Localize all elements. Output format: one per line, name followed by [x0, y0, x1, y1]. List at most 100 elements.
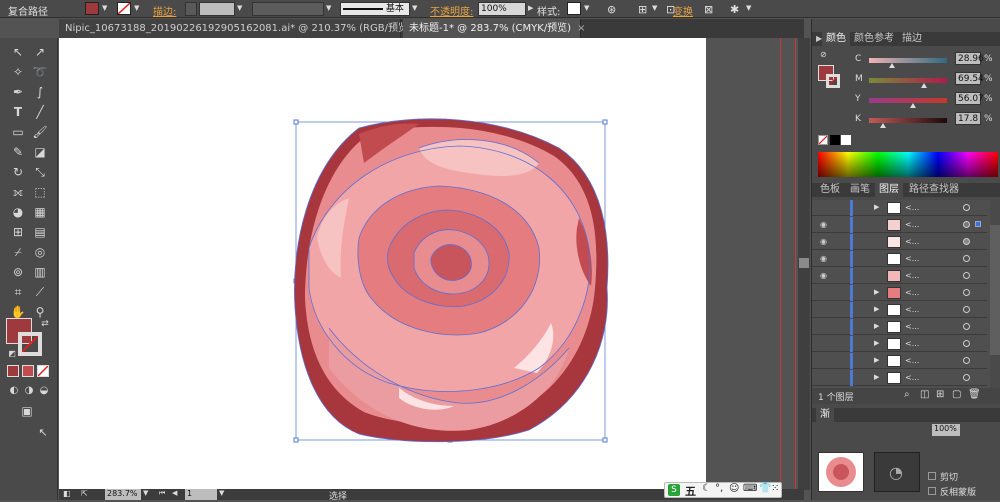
tab-nipic-document[interactable]: Nipic_10673188_20190226192905162081.ai* …	[59, 19, 426, 38]
trash-icon[interactable]: 🗑	[968, 389, 981, 400]
color-mode-icon[interactable]	[7, 365, 19, 377]
artboard-nav-icon[interactable]: ◧	[63, 489, 71, 498]
rectangle-tool-icon[interactable]: ▭	[9, 124, 27, 140]
free-transform-tool-icon[interactable]: ⬚	[31, 184, 49, 200]
arrange-icon[interactable]: ✱	[730, 3, 739, 16]
expand-icon[interactable]: ▶	[874, 356, 879, 364]
recolor-icon[interactable]: ⊛	[607, 3, 616, 16]
mesh-tool-icon[interactable]: ⊞	[9, 224, 27, 240]
stroke-stepper[interactable]	[185, 2, 197, 16]
punctuation-icon[interactable]: °,	[715, 483, 723, 494]
brush-definition[interactable]: 基本	[340, 2, 410, 16]
opacity-label[interactable]: 不透明度:	[430, 3, 473, 18]
draw-inside-icon[interactable]: ◒	[35, 383, 53, 399]
chevron-down-icon[interactable]: ▼	[102, 4, 107, 12]
list-item[interactable]: ◉ <...	[812, 268, 987, 284]
rotate-tool-icon[interactable]: ↻	[9, 164, 27, 180]
target-icon[interactable]	[963, 323, 970, 330]
new-sublayer-icon[interactable]: ⊞	[936, 389, 944, 400]
yellow-track[interactable]	[869, 98, 947, 103]
list-item[interactable]: ▶ <...	[812, 370, 987, 386]
chevron-down-icon[interactable]: ▼	[237, 4, 242, 12]
list-item[interactable]: ▶ <...	[812, 319, 987, 335]
chevron-down-icon[interactable]: ▼	[652, 4, 657, 12]
cyan-track[interactable]	[869, 58, 947, 63]
eyedropper-tool-icon[interactable]: ⌿	[9, 244, 27, 260]
direct-selection-tool-icon[interactable]: ↗	[31, 44, 49, 60]
black-swatch[interactable]	[830, 135, 840, 145]
chevron-right-icon[interactable]: ▶	[528, 4, 533, 12]
scale-tool-icon[interactable]: ⤡	[31, 164, 49, 180]
chevron-down-icon[interactable]: ▼	[746, 4, 751, 12]
keyboard-icon[interactable]: ⌨	[743, 483, 757, 494]
target-icon[interactable]	[963, 204, 970, 211]
slider-thumb[interactable]	[920, 83, 927, 88]
tab-color-guide[interactable]: 颜色参考	[850, 32, 898, 46]
yellow-slider-row[interactable]: Y 56.07 %	[812, 92, 1000, 108]
ime-toolbar[interactable]: S 五 ☾ °, ☺ ⌨ 👕 ⁙	[664, 482, 782, 498]
expand-icon[interactable]: ▶	[874, 288, 879, 296]
target-icon[interactable]	[963, 272, 970, 279]
eye-icon[interactable]: ◉	[820, 220, 827, 229]
target-icon[interactable]	[963, 340, 970, 347]
none-mode-icon[interactable]	[37, 365, 49, 377]
target-icon[interactable]	[963, 374, 970, 381]
gradient-tool-icon[interactable]: ▤	[31, 224, 49, 240]
slider-thumb[interactable]	[909, 103, 916, 108]
magenta-slider-row[interactable]: M 69.54 %	[812, 72, 1000, 88]
pencil-tool-icon[interactable]: ✎	[9, 144, 27, 160]
prev-artboard-icon[interactable]: ◀	[172, 489, 177, 497]
shape-builder-tool-icon[interactable]: ◕	[9, 204, 27, 220]
eye-icon[interactable]: ◉	[820, 254, 827, 263]
eye-icon[interactable]: ◉	[820, 237, 827, 246]
scrollbar-thumb[interactable]	[799, 258, 809, 268]
target-icon[interactable]	[963, 357, 970, 364]
swap-colors-icon[interactable]: ⇄	[36, 316, 54, 332]
column-graph-tool-icon[interactable]: ▥	[31, 264, 49, 280]
curvature-tool-icon[interactable]: ∫	[31, 84, 49, 100]
white-swatch[interactable]	[841, 135, 851, 145]
none-swatch-icon[interactable]	[818, 135, 828, 145]
width-tool-icon[interactable]: ⟗	[9, 184, 27, 200]
close-icon[interactable]: ×	[577, 23, 585, 34]
page-field[interactable]: 1	[185, 489, 217, 500]
clipping-mask-icon[interactable]: ◫	[920, 389, 929, 400]
cyan-slider-row[interactable]: C 28.96 %	[812, 52, 1000, 68]
tab-gradient[interactable]: 渐	[816, 408, 834, 422]
paintbrush-tool-icon[interactable]: 🖌	[31, 124, 49, 140]
list-item[interactable]: ▶ <...	[812, 285, 987, 301]
transform-label[interactable]: 变换	[673, 3, 693, 18]
cyan-value-field[interactable]: 28.96	[955, 52, 984, 65]
tab-swatches[interactable]: 色板	[816, 183, 844, 197]
opacity-input[interactable]: 100%	[478, 2, 526, 16]
tab-layers[interactable]: 图层	[875, 183, 903, 197]
clip-checkbox[interactable]	[928, 472, 936, 480]
lasso-tool-icon[interactable]: ➰	[31, 64, 49, 80]
opacity-input[interactable]: 100%	[932, 424, 960, 436]
selection-tool-icon[interactable]: ↖	[9, 44, 27, 60]
invert-mask-checkbox[interactable]	[928, 487, 936, 495]
gradient-mode-icon[interactable]	[22, 365, 34, 377]
target-icon[interactable]	[963, 289, 970, 296]
list-item[interactable]: ▶ <...	[812, 200, 987, 216]
target-icon[interactable]	[963, 255, 970, 262]
stroke-swatch[interactable]	[117, 2, 131, 15]
chevron-down-icon[interactable]: ▼	[134, 4, 139, 12]
eye-icon[interactable]: ◉	[820, 271, 827, 280]
list-item[interactable]: ▶ <...	[812, 353, 987, 369]
target-icon[interactable]	[963, 221, 970, 228]
black-slider-row[interactable]: K 17.8 %	[812, 112, 1000, 128]
locate-object-icon[interactable]: ⌕	[904, 389, 910, 400]
screen-mode-icon[interactable]: ▣	[18, 403, 36, 419]
zoom-field[interactable]: 283.7%	[105, 489, 141, 500]
blend-tool-icon[interactable]: ◎	[31, 244, 49, 260]
expand-icon[interactable]: ▶	[874, 322, 879, 330]
expand-icon[interactable]: ▶	[874, 373, 879, 381]
expand-icon[interactable]: ▶	[874, 203, 879, 211]
grid-icon[interactable]: ⁙	[771, 483, 779, 494]
rose-artwork[interactable]	[59, 38, 706, 490]
variable-width-profile[interactable]	[252, 2, 324, 16]
chevron-down-icon[interactable]: ▼	[412, 4, 417, 12]
target-icon[interactable]	[963, 238, 970, 245]
expand-icon[interactable]: ▶	[874, 339, 879, 347]
